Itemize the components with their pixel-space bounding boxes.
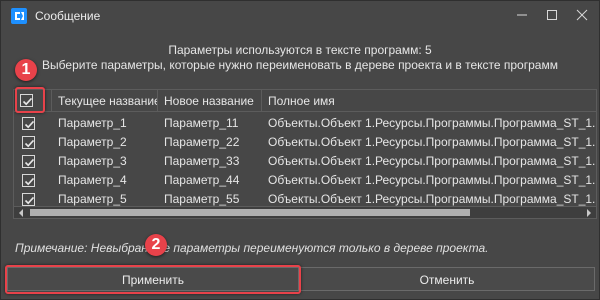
cell-full-name: Объекты.Объект 1.Ресурсы.Программы.Прогр… — [268, 135, 597, 149]
parameters-table: Текущее название Новое название Полное и… — [13, 89, 597, 207]
minimize-button[interactable] — [507, 1, 537, 31]
column-header-current[interactable]: Текущее название — [52, 90, 158, 112]
row-checkbox[interactable] — [22, 117, 35, 130]
cell-full-name: Объекты.Объект 1.Ресурсы.Программы.Прогр… — [268, 192, 597, 206]
cell-new-name[interactable]: Параметр_44 — [158, 171, 262, 190]
table-row[interactable]: Параметр_2 Параметр_22 Объекты.Объект 1.… — [14, 133, 596, 152]
cell-full-name: Объекты.Объект 1.Ресурсы.Программы.Прогр… — [268, 154, 597, 168]
table-header: Текущее название Новое название Полное и… — [14, 90, 596, 112]
horizontal-scrollbar[interactable] — [13, 207, 597, 219]
table-row[interactable]: Параметр_4 Параметр_44 Объекты.Объект 1.… — [14, 171, 596, 190]
title-bar: Сообщение — [1, 1, 599, 31]
scrollbar-thumb[interactable] — [30, 209, 470, 216]
table-row[interactable]: Параметр_3 Параметр_33 Объекты.Объект 1.… — [14, 152, 596, 171]
table-row[interactable]: Параметр_5 Параметр_55 Объекты.Объект 1.… — [14, 190, 597, 206]
info-instruction: Выберите параметры, которые нужно переим… — [42, 58, 558, 72]
app-logo-icon — [11, 8, 27, 24]
row-checkbox[interactable] — [22, 193, 35, 206]
cell-current-name: Параметр_5 — [58, 192, 127, 206]
caret-left-icon — [18, 206, 24, 220]
cell-current-name: Параметр_3 — [58, 154, 127, 168]
info-usage-count: Параметры используются в тексте программ… — [168, 43, 432, 57]
note-text: Примечание: Невыбранные параметры переим… — [15, 241, 489, 255]
cell-current-name: Параметр_2 — [58, 135, 127, 149]
column-header-new[interactable]: Новое название — [158, 90, 262, 112]
cell-current-name: Параметр_1 — [58, 116, 127, 130]
cancel-button[interactable]: Отменить — [299, 267, 595, 291]
close-icon — [576, 9, 588, 24]
cell-new-name[interactable]: Параметр_11 — [158, 114, 262, 133]
annotation-highlight-apply — [5, 265, 301, 294]
cell-new-name[interactable]: Параметр_33 — [158, 152, 262, 171]
caret-right-icon — [586, 206, 592, 220]
maximize-button[interactable] — [537, 1, 567, 31]
scroll-right-button[interactable] — [582, 207, 596, 218]
cell-full-name: Объекты.Объект 1.Ресурсы.Программы.Прогр… — [268, 116, 597, 130]
maximize-icon — [546, 9, 558, 24]
row-checkbox[interactable] — [22, 136, 35, 149]
annotation-badge-1: 1 — [15, 59, 37, 81]
window-title: Сообщение — [35, 9, 101, 23]
row-checkbox[interactable] — [22, 174, 35, 187]
cell-new-name[interactable]: Параметр_22 — [158, 133, 262, 152]
annotation-highlight-select-all — [15, 87, 45, 113]
scroll-left-button[interactable] — [14, 207, 28, 218]
column-header-full[interactable]: Полное имя — [262, 90, 596, 112]
table-row[interactable]: Параметр_1 Параметр_11 Объекты.Объект 1.… — [14, 114, 596, 133]
cell-current-name: Параметр_4 — [58, 173, 127, 187]
close-button[interactable] — [567, 1, 597, 31]
annotation-badge-2: 2 — [145, 234, 167, 256]
cell-full-name: Объекты.Объект 1.Ресурсы.Программы.Прогр… — [268, 173, 597, 187]
message-dialog: Сообщение Параметры используются в текст… — [0, 0, 600, 300]
row-checkbox[interactable] — [22, 155, 35, 168]
cell-new-name[interactable]: Параметр_55 — [158, 190, 262, 206]
minimize-icon — [516, 9, 528, 24]
